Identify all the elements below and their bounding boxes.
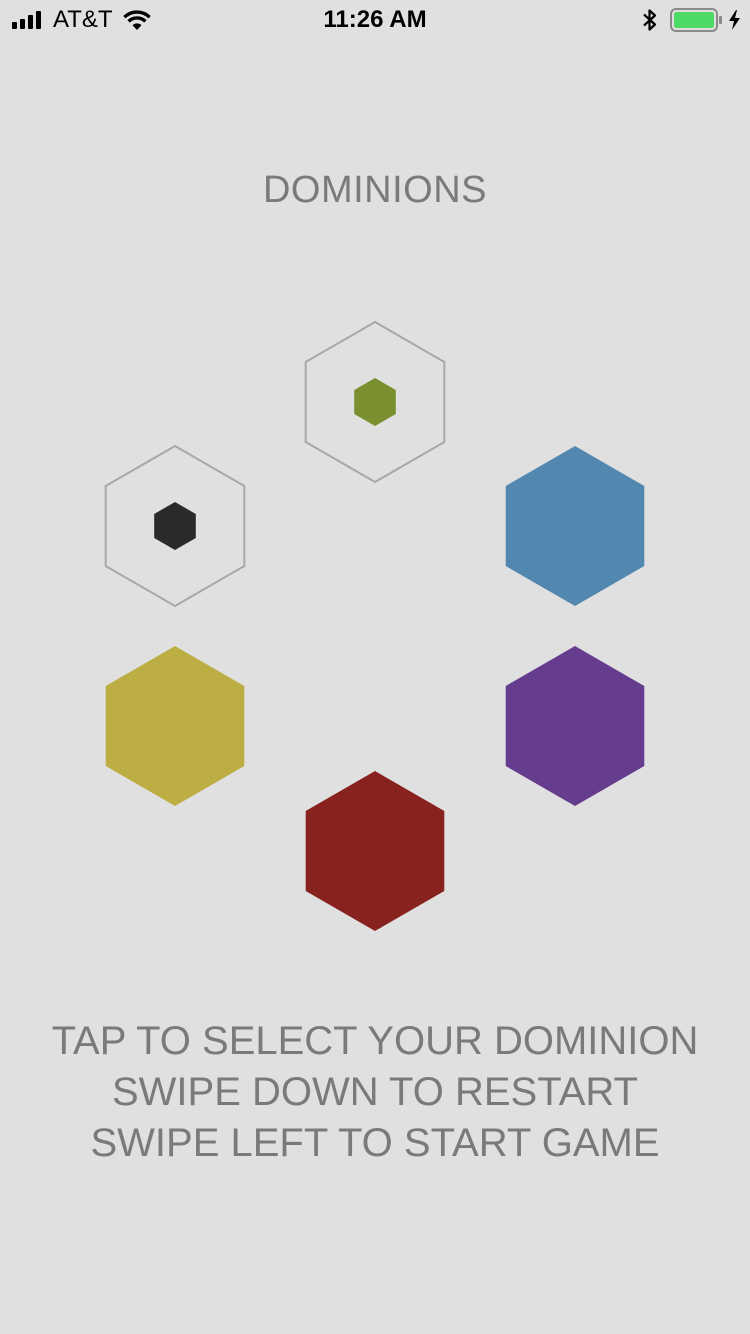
dominion-board (104, 320, 645, 931)
dominion-yellow-button[interactable] (105, 646, 245, 806)
dominion-green-button[interactable] (304, 320, 446, 484)
instruction-restart: SWIPE DOWN TO RESTART (112, 1070, 638, 1114)
instructions: TAP TO SELECT YOUR DOMINION SWIPE DOWN T… (0, 1016, 750, 1169)
dominion-purple-hex[interactable] (505, 646, 645, 806)
status-time: 11:26 AM (323, 6, 427, 33)
instruction-start: SWIPE LEFT TO START GAME (90, 1121, 660, 1165)
dominion-yellow-hex[interactable] (105, 646, 245, 806)
dominion-blue-button[interactable] (505, 446, 645, 606)
page-title: DOMINIONS (262, 169, 488, 211)
battery-icon (670, 8, 740, 32)
instruction-select: TAP TO SELECT YOUR DOMINION (51, 1019, 699, 1063)
status-bar: AT&T 11:26 AM (0, 0, 750, 40)
battery-level (674, 12, 714, 28)
charging-icon (729, 10, 740, 30)
dominion-black-selected-marker (154, 502, 196, 550)
dominion-purple-button[interactable] (505, 646, 645, 806)
dominion-green-selected-marker (354, 378, 396, 426)
dominion-red-hex[interactable] (305, 771, 445, 931)
dominion-black-button[interactable] (104, 444, 246, 608)
bluetooth-icon (643, 9, 657, 31)
dominion-blue-hex[interactable] (505, 446, 645, 606)
dominion-red-button[interactable] (305, 771, 445, 931)
